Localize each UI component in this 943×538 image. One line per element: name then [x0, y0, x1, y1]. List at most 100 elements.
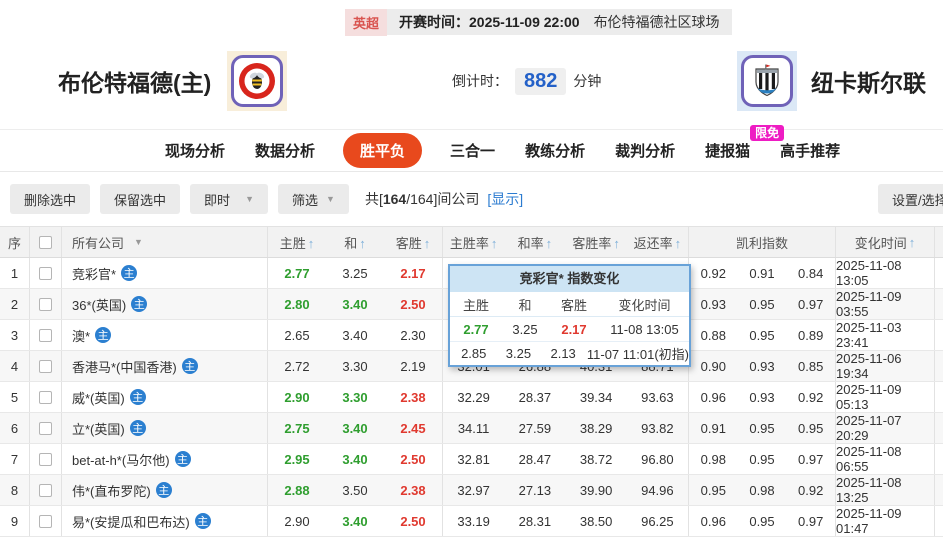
- kelly-value: 0.97: [798, 296, 824, 312]
- odds-value[interactable]: 2.50: [384, 297, 442, 312]
- tab-expert[interactable]: 高手推荐: [778, 134, 842, 167]
- sort-away-win[interactable]: 客胜 ↑: [384, 233, 442, 252]
- company-name[interactable]: 威*(英国): [72, 388, 125, 407]
- company-name[interactable]: 香港马*(中国香港): [72, 357, 177, 376]
- odds-value[interactable]: 3.40: [326, 514, 384, 529]
- rate-cells: 33.19 28.31 38.50 96.25: [443, 506, 689, 536]
- home-badge-icon: 主: [95, 327, 112, 343]
- popup-change-time: 11-07 11:01(初指): [586, 347, 689, 362]
- company-cell: 易*(安提瓜和巴布达) 主: [62, 506, 268, 536]
- away-team-name: 纽卡斯尔联: [811, 70, 926, 96]
- row-checkbox-cell: [30, 475, 62, 505]
- odds-value[interactable]: 2.95: [268, 452, 326, 467]
- sort-home-rate[interactable]: 主胜率 ↑: [443, 233, 504, 252]
- row-checkbox[interactable]: [39, 452, 52, 466]
- show-link[interactable]: [显示]: [487, 189, 523, 209]
- kelly-value: 0.98: [700, 451, 726, 467]
- delete-selected-button[interactable]: 删除选中: [10, 184, 91, 214]
- row-checkbox[interactable]: [39, 514, 52, 528]
- odds-value[interactable]: 3.40: [326, 421, 384, 436]
- odds-value[interactable]: 2.17: [384, 266, 442, 281]
- company-cell: 伟*(直布罗陀) 主: [62, 475, 268, 505]
- popup-odds-value: 2.17: [561, 321, 587, 337]
- keep-selected-button[interactable]: 保留选中: [100, 184, 181, 214]
- company-name[interactable]: bet-at-h*(马尔他): [72, 450, 170, 469]
- odds-value[interactable]: 2.65: [268, 328, 326, 343]
- company-name[interactable]: 伟*(直布罗陀): [72, 481, 151, 500]
- kelly-value: 0.95: [749, 451, 775, 467]
- odds-value[interactable]: 3.40: [326, 297, 384, 312]
- header-kelly: 凯利指数: [689, 227, 836, 257]
- odds-value[interactable]: 2.80: [268, 297, 326, 312]
- sort-away-rate[interactable]: 客胜率 ↑: [566, 233, 627, 252]
- kelly-cells: 0.92 0.91 0.84: [689, 258, 836, 288]
- odds-value[interactable]: 2.19: [384, 359, 442, 374]
- tab-jiebao-cat[interactable]: 捷报猫 限免: [703, 125, 785, 167]
- odds-value[interactable]: 3.30: [326, 390, 384, 405]
- popup-header-label: 客胜: [560, 297, 587, 313]
- row-checkbox[interactable]: [39, 266, 52, 280]
- odds-value[interactable]: 3.25: [326, 266, 384, 281]
- odds-value[interactable]: 3.50: [326, 483, 384, 498]
- tab-wdl[interactable]: 胜平负: [343, 133, 423, 168]
- odds-value[interactable]: 2.75: [268, 421, 326, 436]
- tab-three-in-one[interactable]: 三合一: [448, 134, 497, 167]
- odds-value[interactable]: 2.50: [384, 514, 442, 529]
- row-checkbox[interactable]: [39, 421, 52, 435]
- odds-value[interactable]: 2.77: [268, 266, 326, 281]
- tab-data[interactable]: 数据分析: [253, 134, 317, 167]
- kelly-value: 0.93: [749, 389, 775, 405]
- tab-coach[interactable]: 教练分析: [523, 134, 587, 167]
- odds-cells: 2.90 3.30 2.38: [268, 382, 443, 412]
- row-checkbox[interactable]: [39, 359, 52, 373]
- odds-value[interactable]: 2.90: [268, 514, 326, 529]
- odds-value[interactable]: 3.30: [326, 359, 384, 374]
- filter-dropdown[interactable]: 筛选 ▼: [278, 184, 349, 214]
- odds-value[interactable]: 2.38: [384, 483, 442, 498]
- tab-referee[interactable]: 裁判分析: [613, 134, 677, 167]
- company-name[interactable]: 36*(英国): [72, 295, 126, 314]
- company-name[interactable]: 澳*: [72, 326, 90, 345]
- kelly-value: 0.89: [798, 327, 824, 343]
- header-change-time[interactable]: 变化时间 ↑: [836, 227, 935, 257]
- tab-live[interactable]: 现场分析: [163, 134, 227, 167]
- odds-value[interactable]: 2.72: [268, 359, 326, 374]
- odds-value[interactable]: 2.88: [268, 483, 326, 498]
- sort-up-icon: ↑: [490, 235, 498, 251]
- odds-value[interactable]: 2.30: [384, 328, 442, 343]
- settings-select-button[interactable]: 设置/选择: [878, 184, 943, 214]
- header-company[interactable]: 所有公司 ▼: [62, 227, 268, 257]
- rate-value: 38.29: [579, 420, 613, 436]
- select-all-checkbox[interactable]: [39, 235, 52, 249]
- odds-value[interactable]: 2.38: [384, 390, 442, 405]
- company-name[interactable]: 竞彩官*: [72, 264, 116, 283]
- sort-draw[interactable]: 和 ↑: [326, 233, 384, 252]
- odds-value[interactable]: 2.45: [384, 421, 442, 436]
- companies-count: 共[164/164]间公司: [364, 191, 480, 207]
- chevron-down-icon: ▼: [245, 194, 255, 204]
- live-dropdown[interactable]: 即时 ▼: [190, 184, 269, 214]
- tab-label: 捷报猫: [705, 143, 751, 160]
- odds-value[interactable]: 2.90: [268, 390, 326, 405]
- row-checkbox[interactable]: [39, 328, 52, 342]
- header-company-label: 所有公司: [72, 235, 125, 251]
- company-cell: 立*(英国) 主: [62, 413, 268, 443]
- company-name[interactable]: 易*(安提瓜和巴布达): [72, 512, 190, 531]
- company-cell: 竞彩官* 主: [62, 258, 268, 288]
- sort-home-win[interactable]: 主胜 ↑: [268, 233, 326, 252]
- row-checkbox[interactable]: [39, 390, 52, 404]
- sort-up-icon: ↑: [423, 235, 431, 251]
- row-checkbox[interactable]: [39, 483, 52, 497]
- sort-draw-rate[interactable]: 和率 ↑: [504, 233, 565, 252]
- row-checkbox-cell: [30, 506, 62, 536]
- odds-value[interactable]: 3.40: [326, 328, 384, 343]
- odds-value[interactable]: 2.50: [384, 452, 442, 467]
- kelly-value: 0.95: [749, 296, 775, 312]
- rate-cells: 34.11 27.59 38.29 93.82: [443, 413, 689, 443]
- row-checkbox[interactable]: [39, 297, 52, 311]
- odds-value[interactable]: 3.40: [326, 452, 384, 467]
- company-name[interactable]: 立*(英国): [72, 419, 125, 438]
- kickoff-time: 开赛时间：2025-11-09 22:00: [399, 14, 580, 30]
- odds-change-popup: 竞彩官* 指数变化 主胜 和 客胜 变化时间 2.77 3.25 2.17 11-08 13…: [448, 264, 691, 367]
- sort-payout-rate[interactable]: 返还率 ↑: [627, 233, 688, 252]
